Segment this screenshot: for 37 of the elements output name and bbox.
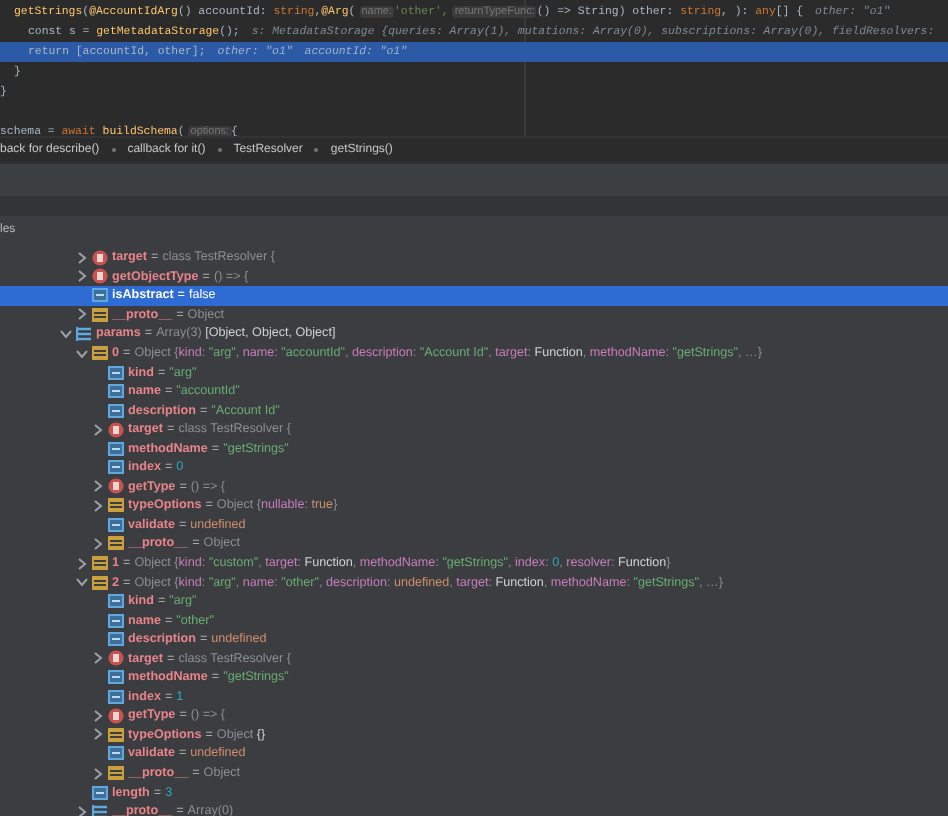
object-icon <box>92 307 108 322</box>
object-icon <box>92 556 108 571</box>
field-icon <box>108 670 124 685</box>
field-icon <box>108 517 124 532</box>
list-icon <box>92 803 108 816</box>
field-icon <box>108 403 124 418</box>
chevron-right-icon <box>76 308 88 321</box>
field-icon <box>108 365 124 380</box>
chevron-right-icon <box>92 423 104 436</box>
list-icon <box>76 325 92 342</box>
object-icon <box>108 766 124 781</box>
field-icon <box>108 594 124 609</box>
object-icon <box>92 346 108 360</box>
field-icon <box>108 460 124 475</box>
object-icon <box>108 498 124 513</box>
field-icon <box>108 441 124 456</box>
field-icon <box>108 689 124 704</box>
field-icon <box>108 632 124 647</box>
object-icon <box>92 575 108 590</box>
chevron-down-icon <box>76 576 88 589</box>
field-icon <box>92 785 108 800</box>
field-icon <box>108 746 124 761</box>
object-icon <box>108 536 124 551</box>
object-icon <box>108 727 124 742</box>
chevron-right-icon <box>92 652 104 665</box>
separator-icon <box>111 148 116 152</box>
field-icon <box>92 288 108 303</box>
method-icon <box>108 478 124 495</box>
method-icon <box>108 421 124 438</box>
method-icon <box>108 650 124 667</box>
method-icon <box>108 707 124 724</box>
field-icon <box>108 613 124 628</box>
separator-icon <box>314 148 319 152</box>
chevron-right-icon <box>76 805 88 816</box>
separator-icon <box>217 148 222 152</box>
field-icon <box>108 384 124 399</box>
chevron-right-icon <box>92 767 104 780</box>
